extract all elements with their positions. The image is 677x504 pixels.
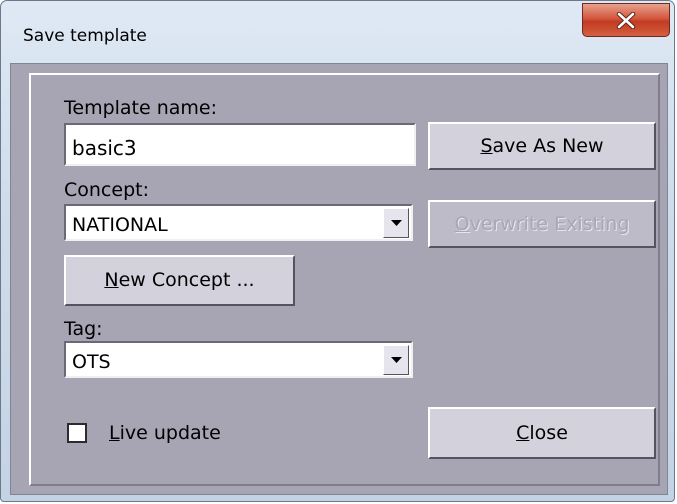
chevron-down-icon bbox=[391, 357, 402, 363]
chevron-down-icon bbox=[391, 220, 402, 226]
concept-dropdown[interactable]: NATIONAL bbox=[64, 204, 413, 241]
window-title: Save template bbox=[23, 26, 147, 46]
save-as-new-label: ave As New bbox=[492, 135, 604, 157]
live-update-mnemonic: L bbox=[109, 422, 120, 444]
live-update-label-text: ive update bbox=[119, 422, 221, 444]
template-name-input[interactable] bbox=[64, 123, 416, 166]
tag-dropdown[interactable]: OTS bbox=[64, 341, 413, 378]
dialog-client-area: Template name: Save As New Concept: NATI… bbox=[10, 63, 668, 495]
save-as-new-button[interactable]: Save As New bbox=[428, 122, 656, 170]
new-concept-button[interactable]: New Concept ... bbox=[64, 255, 295, 306]
overwrite-label: verwrite Existing bbox=[469, 213, 630, 235]
close-label: lose bbox=[529, 422, 568, 444]
template-name-label: Template name: bbox=[64, 97, 218, 119]
save-template-window: Save template Template name: Save As New… bbox=[0, 0, 675, 502]
tag-selected-value: OTS bbox=[72, 351, 111, 373]
close-mnemonic: C bbox=[516, 422, 530, 444]
live-update-checkbox[interactable] bbox=[67, 423, 87, 443]
form-group: Template name: Save As New Concept: NATI… bbox=[29, 73, 660, 486]
window-close-button[interactable] bbox=[582, 3, 670, 37]
close-button[interactable]: Close bbox=[428, 407, 656, 459]
concept-dropdown-arrow[interactable] bbox=[383, 208, 409, 238]
concept-label: Concept: bbox=[64, 179, 149, 201]
tag-label: Tag: bbox=[64, 318, 103, 340]
close-x-icon bbox=[616, 12, 636, 29]
new-concept-mnemonic: N bbox=[104, 269, 119, 291]
save-as-new-mnemonic: S bbox=[480, 135, 493, 157]
new-concept-label: ew Concept ... bbox=[118, 269, 255, 291]
concept-selected-value: NATIONAL bbox=[72, 214, 168, 236]
overwrite-mnemonic: O bbox=[454, 213, 470, 235]
title-bar[interactable]: Save template bbox=[1, 1, 674, 63]
overwrite-existing-button[interactable]: Overwrite Existing bbox=[428, 200, 656, 248]
tag-dropdown-arrow[interactable] bbox=[383, 345, 409, 375]
live-update-label[interactable]: Live update bbox=[109, 422, 221, 444]
